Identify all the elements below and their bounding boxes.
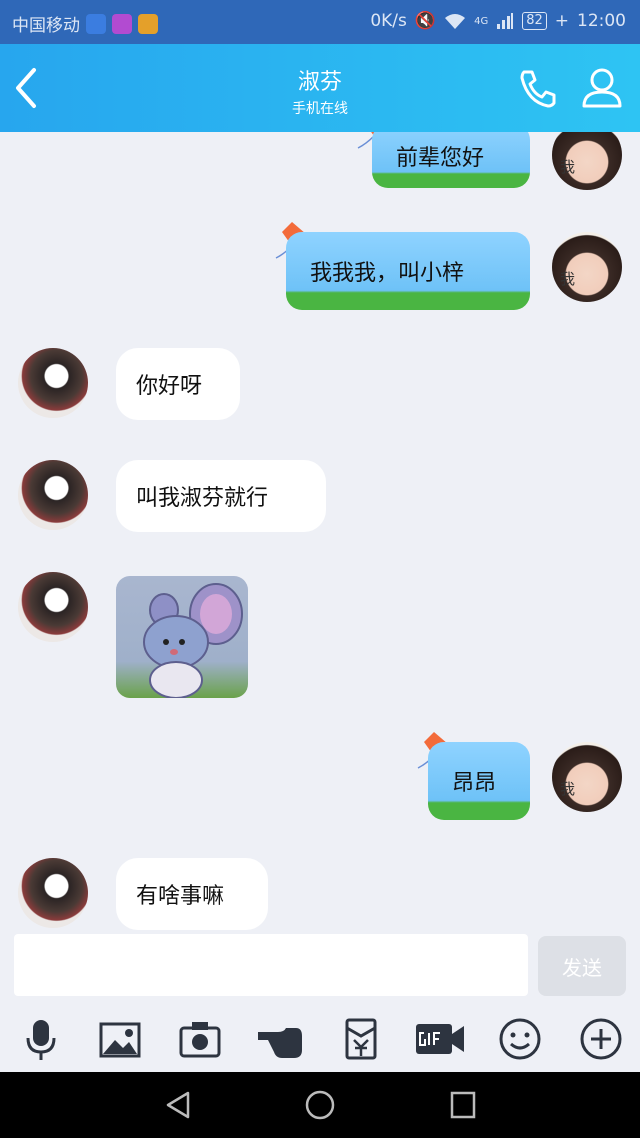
message-bubble-outgoing[interactable]: 我我我，叫小梓 <box>286 232 530 310</box>
avatar-me[interactable]: 我 <box>552 232 622 302</box>
gif-icon[interactable] <box>414 1016 466 1062</box>
signal-label: 4G <box>474 15 489 27</box>
input-bar: 发送 <box>0 932 640 1072</box>
phone-icon[interactable] <box>516 66 560 110</box>
status-bar: 中国移动 0K/s 🔇 4G 82 + 12:00 <box>0 0 640 44</box>
avatar-contact[interactable] <box>18 460 88 530</box>
message-text: 我我我，叫小梓 <box>310 261 465 286</box>
mp-app-icon <box>112 13 132 34</box>
mouse-sticker-image[interactable] <box>116 576 248 698</box>
image-icon[interactable] <box>97 1016 143 1062</box>
signal-icon <box>497 13 514 29</box>
message-bubble-outgoing[interactable]: 前辈您好 <box>372 132 530 188</box>
avatar-contact[interactable] <box>18 348 88 418</box>
system-home-icon[interactable] <box>305 1090 335 1120</box>
system-back-icon[interactable] <box>164 1090 192 1120</box>
poke-icon[interactable] <box>256 1016 302 1062</box>
message-bubble-outgoing[interactable]: 昂昂 <box>428 742 530 820</box>
message-text: 前辈您好 <box>396 146 485 171</box>
weibo-app-icon <box>138 13 158 34</box>
message-text: 你好呀 <box>136 374 203 399</box>
avatar-me[interactable]: 我 <box>552 132 622 190</box>
charging-icon: + <box>554 11 569 31</box>
system-recents-icon[interactable] <box>449 1090 477 1120</box>
send-button[interactable]: 发送 <box>538 936 626 996</box>
battery-indicator: 82 <box>522 12 547 30</box>
message-input[interactable] <box>14 934 528 996</box>
emoji-icon[interactable] <box>497 1016 543 1062</box>
message-bubble-incoming[interactable]: 叫我淑芬就行 <box>116 460 326 532</box>
network-speed: 0K/s <box>370 11 407 31</box>
message-text: 叫我淑芬就行 <box>136 486 269 511</box>
message-text: 昂昂 <box>452 771 497 796</box>
chat-header: 淑芬 手机在线 <box>0 44 640 132</box>
message-text: 有啥事嘛 <box>136 884 225 909</box>
profile-icon[interactable] <box>580 66 624 110</box>
red-packet-icon[interactable] <box>338 1016 384 1062</box>
message-bubble-incoming[interactable]: 你好呀 <box>116 348 240 420</box>
paw-app-icon <box>86 13 106 34</box>
mute-icon: 🔇 <box>414 11 437 31</box>
carrier-label: 中国移动 <box>12 16 80 36</box>
chat-area[interactable]: 前辈您好 我 我我我，叫小梓 我 你好呀 叫我淑芬就行 昂昂 我 有啥事嘛 <box>0 132 640 932</box>
clock: 12:00 <box>577 11 626 31</box>
message-bubble-incoming[interactable]: 有啥事嘛 <box>116 858 268 930</box>
wifi-icon <box>445 14 466 29</box>
avatar-me[interactable]: 我 <box>552 742 622 812</box>
avatar-contact[interactable] <box>18 572 88 642</box>
camera-icon[interactable] <box>177 1016 223 1062</box>
avatar-contact[interactable] <box>18 858 88 928</box>
plus-icon[interactable] <box>578 1016 624 1062</box>
mic-icon[interactable] <box>18 1016 64 1062</box>
system-navigation-bar <box>0 1072 640 1138</box>
